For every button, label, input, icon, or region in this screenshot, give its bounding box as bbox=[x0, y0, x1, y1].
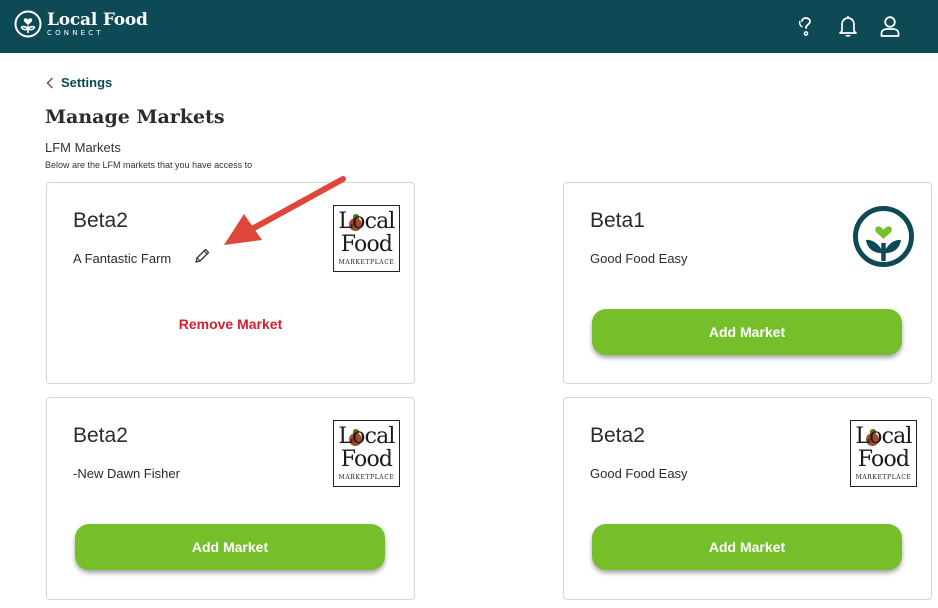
market-card: Beta2 Good Food Easy Local Food MARKETPL… bbox=[563, 397, 932, 600]
market-subtitle: Good Food Easy bbox=[590, 251, 688, 266]
top-bar: Local Food CONNECT bbox=[0, 0, 938, 53]
brand-name: Local Food bbox=[47, 9, 148, 30]
local-food-connect-logo-icon bbox=[14, 10, 42, 38]
page-title: Manage Markets bbox=[45, 106, 225, 128]
market-title: Beta1 bbox=[590, 209, 645, 232]
local-food-marketplace-logo: Local Food MARKETPLACE bbox=[333, 205, 400, 272]
section-title: LFM Markets bbox=[45, 140, 121, 155]
logo-line-2: Food bbox=[340, 232, 393, 257]
market-title: Beta2 bbox=[590, 424, 645, 447]
market-subtitle: -New Dawn Fisher bbox=[73, 466, 180, 481]
help-icon[interactable] bbox=[794, 13, 818, 39]
logo-line-1: Local bbox=[338, 209, 395, 234]
section-description: Below are the LFM markets that you have … bbox=[45, 160, 253, 170]
logo-line-1: Local bbox=[855, 424, 912, 449]
back-to-settings-link[interactable]: Settings bbox=[45, 75, 112, 90]
add-market-button[interactable]: Add Market bbox=[592, 309, 902, 355]
back-link-label: Settings bbox=[61, 75, 113, 90]
logo-line-3: MARKETPLACE bbox=[338, 474, 395, 481]
logo-line-3: MARKETPLACE bbox=[338, 259, 395, 266]
logo-line-2: Food bbox=[340, 447, 393, 472]
pencil-icon[interactable] bbox=[193, 247, 211, 265]
add-market-button[interactable]: Add Market bbox=[75, 524, 385, 570]
remove-market-button[interactable]: Remove Market bbox=[47, 316, 414, 332]
market-title: Beta2 bbox=[73, 424, 128, 447]
brand-logo[interactable]: Local Food CONNECT bbox=[14, 10, 148, 38]
market-subtitle: A Fantastic Farm bbox=[73, 251, 172, 266]
market-card: Beta2 -New Dawn Fisher Local Food MARKET… bbox=[46, 397, 415, 600]
brand-subtitle: CONNECT bbox=[47, 28, 104, 37]
local-food-marketplace-logo: Local Food MARKETPLACE bbox=[850, 420, 917, 487]
market-card: Beta1 Good Food Easy Add Market bbox=[563, 182, 932, 384]
market-card: Beta2 A Fantastic Farm Local Food MARKET… bbox=[46, 182, 415, 384]
logo-line-2: Food bbox=[857, 447, 910, 472]
user-icon[interactable] bbox=[878, 13, 902, 39]
market-subtitle: Good Food Easy bbox=[590, 466, 688, 481]
local-food-marketplace-logo: Local Food MARKETPLACE bbox=[333, 420, 400, 487]
logo-line-3: MARKETPLACE bbox=[855, 474, 912, 481]
add-market-button[interactable]: Add Market bbox=[592, 524, 902, 570]
good-food-easy-logo bbox=[853, 206, 914, 267]
logo-line-1: Local bbox=[338, 424, 395, 449]
market-title: Beta2 bbox=[73, 209, 128, 232]
chevron-left-icon bbox=[46, 77, 53, 88]
bell-icon[interactable] bbox=[836, 13, 860, 39]
